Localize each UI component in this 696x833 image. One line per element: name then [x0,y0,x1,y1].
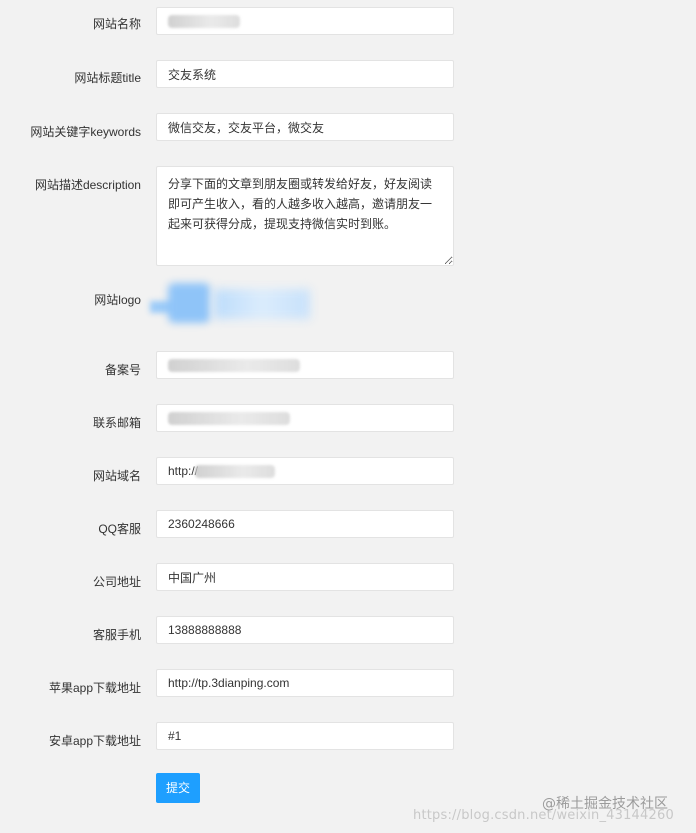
ios-download-label: 苹果app下载地址 [48,681,141,695]
redacted-text [168,15,240,28]
site-description-label: 网站描述description [34,178,141,192]
submit-button[interactable]: 提交 [156,773,200,803]
service-phone-label: 客服手机 [92,628,141,642]
qq-service-input[interactable] [156,510,454,538]
service-phone-input[interactable] [156,616,454,644]
company-address-input[interactable] [156,563,454,591]
logo-blur-part [168,283,210,323]
redacted-text [168,359,300,372]
site-keywords-label: 网站关键字keywords [30,125,141,139]
watermark-site: @稀土掘金技术社区 [542,796,668,812]
site-title-input[interactable] [156,60,454,88]
redacted-text [168,412,290,425]
site-description-textarea[interactable]: 分享下面的文章到朋友圈或转发给好友，好友阅读即可产生收入，看的人越多收入越高，邀… [156,166,454,266]
qq-service-label: QQ客服 [98,522,141,536]
site-name-input[interactable] [156,7,454,35]
settings-form-page: 网站名称 网站标题title 网站关键字keywords 网站描述descrip… [0,0,696,833]
site-domain-input[interactable]: http:// [156,457,454,485]
android-download-label: 安卓app下载地址 [48,734,141,748]
contact-email-label: 联系邮箱 [92,416,141,430]
android-download-input[interactable] [156,722,454,750]
logo-blur-part [214,289,310,319]
site-domain-label: 网站域名 [92,469,141,483]
site-title-label: 网站标题title [74,71,141,85]
site-logo-image[interactable] [148,283,318,327]
contact-email-input[interactable] [156,404,454,432]
icp-number-label: 备案号 [104,363,141,377]
site-keywords-input[interactable] [156,113,454,141]
icp-number-input[interactable] [156,351,454,379]
redacted-text [195,465,275,478]
ios-download-input[interactable] [156,669,454,697]
company-address-label: 公司地址 [92,575,141,589]
site-name-label: 网站名称 [92,17,141,31]
site-logo-label: 网站logo [94,293,141,307]
